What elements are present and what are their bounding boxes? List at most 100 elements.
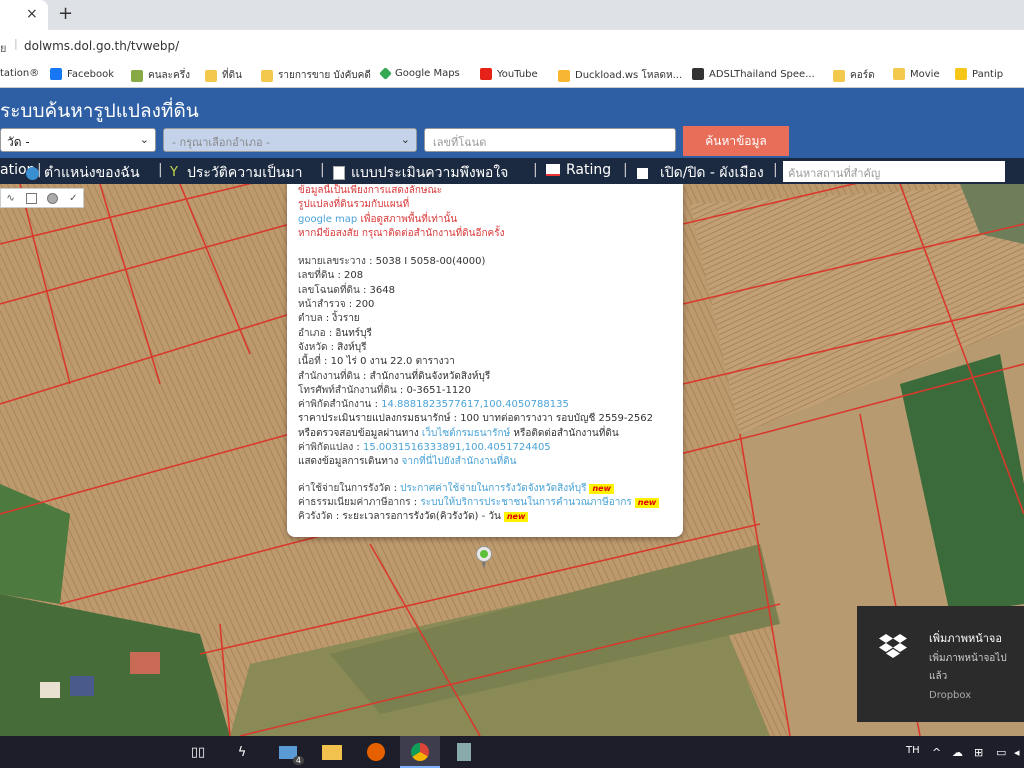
bookmark-label: รายการขาย บังคับคดี: [278, 70, 371, 81]
district-select[interactable]: - กรุณาเลือกอำเภอ - ⌄: [163, 128, 417, 152]
tax-calculator-link[interactable]: ระบบให้บริการประชาชนในการคำนวณภาษีอากร: [420, 497, 631, 508]
field-label: สำนักงานที่ดิน: [298, 370, 360, 382]
nav-label: แบบประเมินความพึงพอใจ: [351, 165, 509, 181]
new-tab-button[interactable]: +: [58, 3, 73, 24]
address-prefix: ย: [0, 42, 7, 55]
parcel-info-popup: ข้อมูลนี้เป็นเพียงการแสดงลักษณะ รูปแปลงท…: [287, 184, 683, 537]
nav-label: เปิด/ปิด - ผังเมือง: [660, 165, 764, 181]
bookmark-item[interactable]: ที่ดิน: [205, 68, 242, 83]
field-value: : 208: [334, 270, 364, 282]
rectangle-tool-icon[interactable]: [25, 192, 37, 204]
chevron-down-icon: ⌄: [139, 133, 149, 146]
field-value: : 200: [345, 299, 375, 311]
polyline-tool-icon[interactable]: ∿: [6, 193, 14, 204]
pin-dot: [480, 550, 488, 558]
bookmark-item[interactable]: Facebook: [50, 68, 114, 80]
bookmark-item[interactable]: ADSLThailand Spee...: [692, 68, 815, 80]
field-value: : งิ้วราย: [322, 313, 360, 325]
field-value: : 0-3651-1120: [396, 384, 471, 396]
popup-appraisal: ราคาประเมินรายแปลงกรมธนารักษ์ : 100 บาทต…: [298, 413, 653, 425]
nav-separator: |: [773, 162, 778, 178]
popup-notice-line: ข้อมูลนี้เป็นเพียงการแสดงลักษณะ: [298, 185, 443, 196]
bookmark-item[interactable]: รายการขาย บังคับคดี: [261, 68, 371, 83]
dropbox-notification[interactable]: เพิ่มภาพหน้าจอ เพิ่มภาพหน้าจอไป แล้ว Dro…: [857, 606, 1024, 722]
popup-queue-line: คิวรังวัด : ระยะเวลารอการรังวัด(คิวรังวั…: [298, 510, 683, 524]
notification-body-line: เพิ่มภาพหน้าจอไป: [929, 653, 1007, 664]
kk-icon: [131, 69, 143, 82]
battery-icon[interactable]: ▭: [996, 746, 1006, 759]
volume-icon[interactable]: ◂: [1014, 746, 1020, 759]
bookmark-item[interactable]: Google Maps: [379, 67, 460, 80]
bookmark-item[interactable]: tation®: [0, 68, 39, 79]
language-indicator[interactable]: TH: [906, 745, 920, 756]
popup-office-coord: ค่าพิกัดสำนักงาน : 14.8881823577617,100.…: [298, 398, 683, 412]
nav-item-city-plan-toggle[interactable]: เปิด/ปิด - ผังเมือง: [637, 162, 764, 184]
office-coordinate-link[interactable]: 14.8881823577617,100.4050788135: [381, 399, 569, 410]
treasury-website-link[interactable]: เว็บไซต์กรมธนารักษ์: [422, 428, 510, 439]
search-button[interactable]: ค้นหาข้อมูล: [683, 126, 789, 156]
popup-field: จังหวัด : สิงห์บุรี: [298, 341, 683, 355]
field-sep: :: [390, 482, 401, 494]
network-icon[interactable]: ⊞: [974, 746, 983, 759]
google-map-link[interactable]: google map: [298, 214, 357, 225]
field-sep: :: [332, 511, 343, 523]
province-select[interactable]: วัด - ⌄: [0, 128, 156, 152]
district-select-value: - กรุณาเลือกอำเภอ -: [172, 136, 271, 149]
field-label: ค่าพิกัดสำนักงาน: [298, 399, 372, 411]
popup-tax-line: ค่าธรรมเนียมค่าภาษีอากร : ระบบให้บริการป…: [298, 496, 683, 510]
dropbox-icon: [879, 634, 907, 658]
popup-field: โทรศัพท์สำนักงานที่ดิน : 0-3651-1120: [298, 384, 683, 398]
marker-tool-icon[interactable]: ✓: [69, 193, 77, 204]
bookmark-label: ที่ดิน: [222, 70, 242, 81]
parcel-coordinate-link[interactable]: 15.0031516333891,100.4051724405: [363, 442, 551, 453]
chevron-down-icon: ⌄: [400, 133, 410, 146]
map-pin-icon[interactable]: [476, 546, 492, 570]
address-url[interactable]: dolwms.dol.go.th/tvwebp/: [24, 39, 179, 53]
globe-icon: [26, 166, 39, 180]
chevron-up-icon[interactable]: ^: [932, 746, 941, 759]
task-view-icon[interactable]: ▯▯: [186, 741, 210, 763]
nav-item-rating[interactable]: Rating: [546, 162, 611, 178]
address-bar[interactable]: ย | dolwms.dol.go.th/tvwebp/: [0, 30, 1024, 62]
survey-fee-link[interactable]: ประกาศค่าใช้จ่ายในการรังวัดจังหวัดสิงห์บ…: [400, 483, 586, 494]
field-value: : 10 ไร่ 0 งาน 22.0 ตารางวา: [320, 356, 455, 368]
field-label: เนื้อที่: [298, 356, 321, 368]
parcel-number-input[interactable]: เลขที่โฉนด: [424, 128, 676, 152]
bookmark-item[interactable]: Movie: [893, 68, 940, 80]
field-label: จังหวัด: [298, 341, 328, 353]
firefox-icon[interactable]: [364, 741, 388, 763]
bookmark-item[interactable]: Pantip: [955, 68, 1003, 80]
browser-tab[interactable]: ×: [0, 0, 48, 30]
mail-icon[interactable]: 4: [276, 741, 304, 765]
place-search-input[interactable]: ค้นหาสถานที่สำคัญ: [783, 161, 1005, 182]
field-value: : อินทร์บุรี: [325, 327, 372, 339]
field-label: โทรศัพท์สำนักงานที่ดิน: [298, 384, 397, 396]
bookmark-item[interactable]: YouTube: [480, 68, 538, 80]
field-value: : สิงห์บุรี: [327, 341, 367, 353]
bookmark-item[interactable]: คอร์ด: [833, 68, 875, 83]
field-value: : 5038 I 5058-00(4000): [365, 256, 486, 268]
field-label: อำเภอ: [298, 327, 326, 339]
field-value: : สำนักงานที่ดินจังหวัดสิงห์บุรี: [359, 370, 491, 382]
bolt-app-icon[interactable]: ϟ: [230, 741, 254, 763]
tree-icon: Y: [170, 165, 178, 180]
nav-item-history[interactable]: Y ประวัติความเป็นมา: [170, 162, 303, 184]
close-tab-icon[interactable]: ×: [26, 6, 38, 22]
onedrive-icon[interactable]: ☁: [952, 746, 963, 759]
file-explorer-icon[interactable]: [320, 741, 344, 763]
popup-field: หน้าสำรวจ : 200: [298, 298, 683, 312]
calculator-icon[interactable]: [452, 741, 476, 763]
circle-tool-icon[interactable]: [47, 192, 59, 204]
bookmark-label: ADSLThailand Spee...: [709, 68, 815, 80]
chrome-icon[interactable]: [408, 741, 432, 763]
site-title: ระบบค้นหารูปแปลงที่ดิน: [0, 100, 199, 122]
new-badge: new: [503, 512, 529, 523]
bookmark-item[interactable]: คนละครึ่ง: [131, 68, 190, 83]
folder-icon: [261, 69, 273, 82]
nav-item-survey[interactable]: แบบประเมินความพึงพอใจ: [333, 162, 508, 184]
nav-item-my-location[interactable]: ตำแหน่งของฉัน: [26, 162, 140, 184]
maps-icon: [379, 67, 392, 80]
bookmark-item[interactable]: Duckload.ws โหลดห...: [558, 68, 682, 83]
route-to-office-link[interactable]: จากที่นี่ไปยังสำนักงานที่ดิน: [402, 456, 517, 467]
notification-body: เพิ่มภาพหน้าจอไป แล้ว: [929, 650, 1007, 686]
